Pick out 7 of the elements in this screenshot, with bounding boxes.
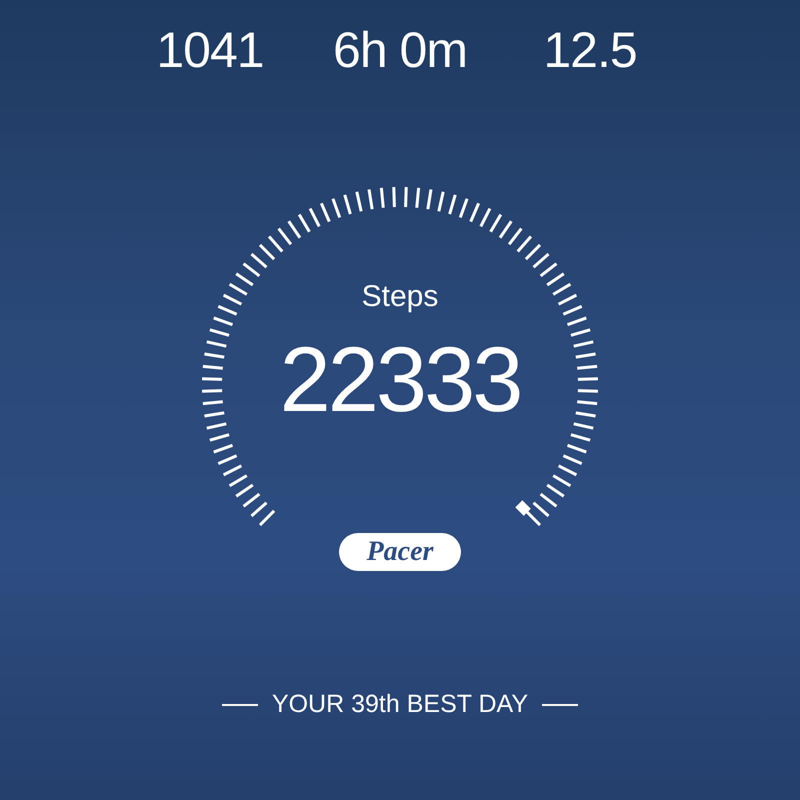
best-day-text: YOUR 39th BEST DAY — [272, 690, 528, 719]
steps-count: 22333 — [280, 328, 520, 433]
stat-value: 6h 0m — [332, 21, 468, 80]
pacer-logo: Pacer — [339, 533, 461, 571]
stat-value: 12.5 — [542, 21, 638, 80]
stat-value: 1041 — [155, 21, 265, 80]
steps-label: Steps — [362, 280, 438, 314]
